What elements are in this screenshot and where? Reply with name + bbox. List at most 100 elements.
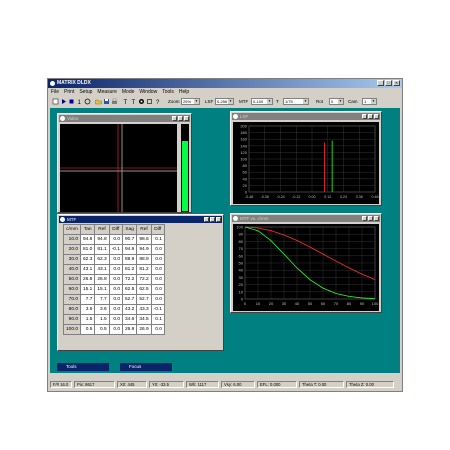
- print-icon[interactable]: [111, 98, 118, 105]
- lsf-title-text: LSF: [240, 114, 249, 119]
- open-folder-icon[interactable]: [95, 98, 102, 105]
- close-button[interactable]: [216, 217, 221, 222]
- x-tick-label: 0.48: [372, 195, 379, 199]
- table-cell: 88.9: [121, 254, 138, 265]
- table-cell: 43.2: [121, 304, 138, 315]
- measure-icon[interactable]: [84, 98, 91, 105]
- menu-window[interactable]: Window: [139, 89, 157, 96]
- table-cell: 0.0: [108, 264, 123, 275]
- app-titlebar[interactable]: MATRIX DLDX _ □ ×: [48, 79, 402, 88]
- status-w: Wh: 1117: [186, 381, 219, 388]
- y-tick-label: 20: [239, 282, 244, 287]
- menu-print[interactable]: Print: [64, 89, 74, 96]
- maximize-button[interactable]: [368, 114, 373, 119]
- close-button[interactable]: ×: [393, 80, 400, 86]
- zoom-select[interactable]: 25% ▼: [181, 98, 200, 105]
- target-icon[interactable]: [138, 98, 145, 105]
- y-tick-label: 140: [240, 143, 247, 148]
- table-header-row: c/mm Tan Ref Diff Sag Ref Diff: [62, 224, 165, 235]
- mtf-table-body: 10.0 94.8 94.8 0.0 90.7 98.6 0.1 20.0 81.0 81.1 -0…: [62, 234, 165, 335]
- table-cell: 81.1: [94, 244, 110, 255]
- cam-select[interactable]: 1 ▼: [362, 98, 377, 105]
- maximize-button[interactable]: [210, 217, 215, 222]
- lsf-window-title[interactable]: LSF: [232, 113, 380, 120]
- table-cell: 10.0: [62, 234, 82, 245]
- mtf-chart-window-title[interactable]: MTF vs. c/mm: [232, 215, 380, 222]
- rot-select[interactable]: 0 ▼: [329, 98, 344, 105]
- x-tick-label: 80: [347, 301, 352, 306]
- maximize-button[interactable]: [368, 216, 373, 221]
- y-tick-label: 40: [243, 176, 248, 181]
- column-header: Diff: [108, 224, 123, 235]
- tools-minimized-window[interactable]: Tools: [57, 363, 109, 371]
- focus-minimized-window[interactable]: Focus: [120, 363, 172, 371]
- table-cell: 0.0: [150, 294, 165, 305]
- status-v: Vsy: 6.00: [221, 381, 255, 388]
- close-button[interactable]: [374, 216, 379, 221]
- maximize-button[interactable]: [178, 116, 183, 121]
- menu-file[interactable]: File: [51, 89, 59, 96]
- save-icon[interactable]: [103, 98, 110, 105]
- menu-mode[interactable]: Mode: [122, 89, 135, 96]
- menu-measure[interactable]: Measure: [97, 89, 116, 96]
- cam-label: Cam: [348, 99, 358, 104]
- mtf-chart-window[interactable]: MTF vs. c/mm 100 90 80 70 60 50 40 30 20 10 0 0 10 20…: [230, 213, 382, 313]
- menu-tools[interactable]: Tools: [162, 89, 174, 96]
- minimize-button[interactable]: _: [377, 80, 384, 86]
- table-cell: 0.1: [150, 234, 165, 245]
- table-row: 30.0 62.3 62.3 0.0 88.9 88.9 0.0: [62, 254, 165, 265]
- minimize-button[interactable]: [204, 217, 209, 222]
- table-cell: 20.0: [62, 244, 82, 255]
- new-icon[interactable]: [52, 98, 59, 105]
- lsf-range-select[interactable]: 0-256 ▼: [215, 98, 234, 105]
- menu-setup[interactable]: Setup: [79, 89, 92, 96]
- mtf-range-select[interactable]: 0-100 ▼: [251, 98, 273, 105]
- run-icon[interactable]: [60, 98, 67, 105]
- mtf-table-window-title[interactable]: MTF: [59, 216, 222, 223]
- menu-help[interactable]: Help: [179, 89, 189, 96]
- close-button[interactable]: [184, 116, 189, 121]
- minimize-button[interactable]: [362, 114, 367, 119]
- table-cell: 0.0: [108, 284, 123, 295]
- table-cell: 94.9: [121, 244, 138, 255]
- step-icon[interactable]: 1: [76, 98, 83, 106]
- mtf-table-window[interactable]: MTF c/mm Tan Ref Diff Sag Ref Diff 10.0 9…: [57, 214, 224, 351]
- table-cell: 34.6: [121, 314, 138, 325]
- mtf-label: MTF: [239, 99, 249, 104]
- t-value: 1/75: [285, 99, 293, 104]
- rot-value: 0: [331, 99, 334, 104]
- stop-icon[interactable]: [68, 98, 75, 105]
- sagittal-icon[interactable]: T: [130, 98, 137, 106]
- lsf-range-value: 0-256: [217, 99, 228, 104]
- video-window[interactable]: Video: [57, 113, 192, 213]
- lsf-window[interactable]: LSF 200 180 160 140 120 100 80 60 40 20 0 -0.48 -0.3…: [230, 111, 382, 206]
- maximize-button[interactable]: □: [385, 80, 392, 86]
- cam-value: 1: [364, 99, 367, 104]
- video-display[interactable]: [60, 124, 177, 212]
- mtf-range-value: 0-100: [253, 99, 264, 104]
- tools-window-title: Tools: [66, 364, 77, 369]
- table-cell: 1.5: [94, 314, 110, 325]
- column-header: Ref: [94, 224, 110, 235]
- video-window-title[interactable]: Video: [59, 115, 190, 122]
- y-tick-label: 50: [239, 261, 244, 266]
- help-icon[interactable]: ?: [154, 98, 161, 106]
- t-select[interactable]: 1/75 ▼: [283, 98, 309, 105]
- y-tick-label: 80: [239, 239, 244, 244]
- x-tick-label: -0.24: [276, 195, 284, 199]
- minimize-button[interactable]: [172, 116, 177, 121]
- y-tick-label: 30: [239, 275, 244, 280]
- mtf-title-text: MTF: [67, 217, 77, 222]
- x-tick-label: 20: [269, 301, 274, 306]
- table-cell: 15.1: [94, 284, 110, 295]
- close-button[interactable]: [374, 114, 379, 119]
- table-cell: 62.3: [80, 254, 96, 265]
- minimize-button[interactable]: [362, 216, 367, 221]
- y-tick-label: 100: [236, 225, 243, 230]
- rot-label: Rot: [316, 99, 324, 104]
- tangential-icon[interactable]: T: [122, 98, 129, 106]
- mtf-table: c/mm Tan Ref Diff Sag Ref Diff 10.0 94.8 9…: [62, 224, 165, 335]
- table-cell: 0.5: [80, 324, 96, 335]
- table-cell: 90.0: [62, 314, 82, 325]
- settings-icon[interactable]: [146, 98, 153, 105]
